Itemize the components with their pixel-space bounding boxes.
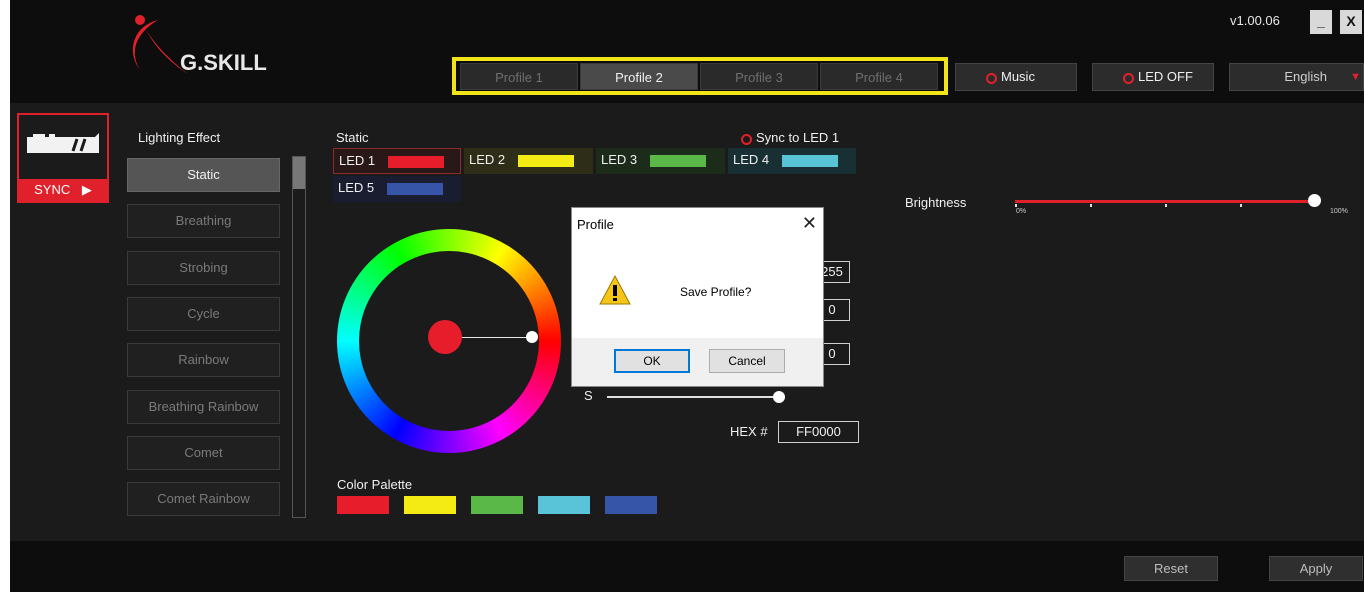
led-3-button[interactable]: LED 3 (596, 148, 725, 174)
led-2-swatch (518, 155, 574, 167)
led-2-button[interactable]: LED 2 (464, 148, 593, 174)
brightness-tick (1015, 204, 1017, 207)
close-button[interactable]: X (1340, 10, 1362, 34)
effect-static[interactable]: Static (127, 158, 280, 192)
ok-button[interactable]: OK (614, 349, 690, 373)
dialog-titlebar: Profile ✕ (572, 208, 823, 241)
gskill-logo: G.SKILL (118, 12, 308, 92)
play-arrow-icon: ▶ (81, 182, 92, 197)
version-label: v1.00.06 (1230, 13, 1280, 28)
effects-scrollbar[interactable] (292, 156, 306, 518)
color-palette-title: Color Palette (337, 477, 413, 492)
sync-to-led-toggle[interactable]: Sync to LED 1 (741, 130, 839, 145)
dialog-close-button[interactable]: ✕ (802, 213, 817, 234)
saturation-slider[interactable] (607, 396, 779, 398)
reset-button[interactable]: Reset (1124, 556, 1218, 581)
language-value: English (1284, 69, 1327, 84)
color-wheel-handle[interactable] (526, 331, 538, 343)
led-4-label: LED 4 (733, 152, 770, 167)
led-5-label: LED 5 (338, 180, 375, 195)
music-button[interactable]: Music (955, 63, 1077, 91)
effect-comet-rainbow[interactable]: Comet Rainbow (127, 482, 280, 516)
brightness-tick (1090, 204, 1092, 207)
effect-breathing[interactable]: Breathing (127, 204, 280, 238)
tab-profile-2[interactable]: Profile 2 (580, 63, 698, 90)
ram-module-icon (27, 133, 99, 153)
led-1-button[interactable]: LED 1 (333, 148, 461, 174)
apply-button[interactable]: Apply (1269, 556, 1363, 581)
brightness-slider[interactable] (1015, 200, 1315, 203)
led-off-label: LED OFF (1138, 69, 1193, 84)
selected-color-preview (428, 320, 462, 354)
brightness-slider-knob[interactable] (1308, 194, 1321, 207)
effect-breathing-rainbow[interactable]: Breathing Rainbow (127, 390, 280, 424)
language-select[interactable]: English ▼ (1229, 63, 1364, 91)
palette-swatch-yellow[interactable] (404, 496, 456, 514)
logo-wordmark: G.SKILL (180, 50, 267, 75)
hex-input[interactable]: FF0000 (778, 421, 859, 443)
led-5-button[interactable]: LED 5 (333, 176, 461, 202)
hex-label: HEX # (730, 424, 768, 439)
static-panel-title: Static (336, 130, 369, 145)
led-3-swatch (650, 155, 706, 167)
brightness-max-label: 100% (1330, 208, 1348, 215)
sync-button[interactable]: SYNC ▶ (19, 179, 107, 201)
save-profile-dialog: Profile ✕ Save Profile? OK Cancel (571, 207, 824, 387)
palette-swatch-red[interactable] (337, 496, 389, 514)
palette-swatch-cyan[interactable] (538, 496, 590, 514)
app-window: G.SKILL v1.00.06 _ X Profile 1 Profile 2… (10, 0, 1364, 592)
led-3-label: LED 3 (601, 152, 638, 167)
effects-scrollbar-thumb[interactable] (293, 157, 305, 189)
led-1-label: LED 1 (339, 153, 376, 168)
led-4-button[interactable]: LED 4 (728, 148, 856, 174)
brightness-tick (1165, 204, 1167, 207)
dialog-title: Profile (577, 217, 614, 232)
brightness-min-label: 0% (1016, 208, 1027, 215)
tab-profile-1[interactable]: Profile 1 (460, 63, 578, 90)
effect-strobing[interactable]: Strobing (127, 251, 280, 285)
sync-radio-icon (741, 134, 752, 145)
led-4-swatch (782, 155, 838, 167)
tab-profile-3[interactable]: Profile 3 (700, 63, 818, 90)
lighting-effect-title: Lighting Effect (138, 130, 221, 145)
chevron-down-icon: ▼ (1350, 71, 1361, 83)
brightness-tick (1240, 204, 1242, 207)
led-2-label: LED 2 (469, 152, 506, 167)
sync-to-led-label: Sync to LED 1 (756, 130, 840, 145)
music-label: Music (1001, 69, 1035, 84)
music-toggle-icon (986, 73, 997, 84)
palette-swatch-green[interactable] (471, 496, 523, 514)
sync-device-card[interactable]: SYNC ▶ (17, 113, 109, 203)
saturation-slider-knob[interactable] (773, 391, 785, 403)
led-5-swatch (387, 183, 443, 195)
minimize-button[interactable]: _ (1310, 10, 1332, 34)
tab-profile-4[interactable]: Profile 4 (820, 63, 938, 90)
sync-label: SYNC (34, 182, 71, 197)
warning-icon (599, 274, 631, 305)
led-off-toggle-icon (1123, 73, 1134, 84)
effect-cycle[interactable]: Cycle (127, 297, 280, 331)
led-1-swatch (388, 156, 444, 168)
dialog-message: Save Profile? (680, 285, 752, 299)
brightness-label: Brightness (905, 195, 967, 210)
palette-swatch-blue[interactable] (605, 496, 657, 514)
top-bar: G.SKILL v1.00.06 _ X Profile 1 Profile 2… (10, 0, 1364, 103)
cancel-button[interactable]: Cancel (709, 349, 785, 373)
effect-rainbow[interactable]: Rainbow (127, 343, 280, 377)
effect-comet[interactable]: Comet (127, 436, 280, 470)
saturation-label: S (584, 388, 593, 403)
led-off-button[interactable]: LED OFF (1092, 63, 1214, 91)
